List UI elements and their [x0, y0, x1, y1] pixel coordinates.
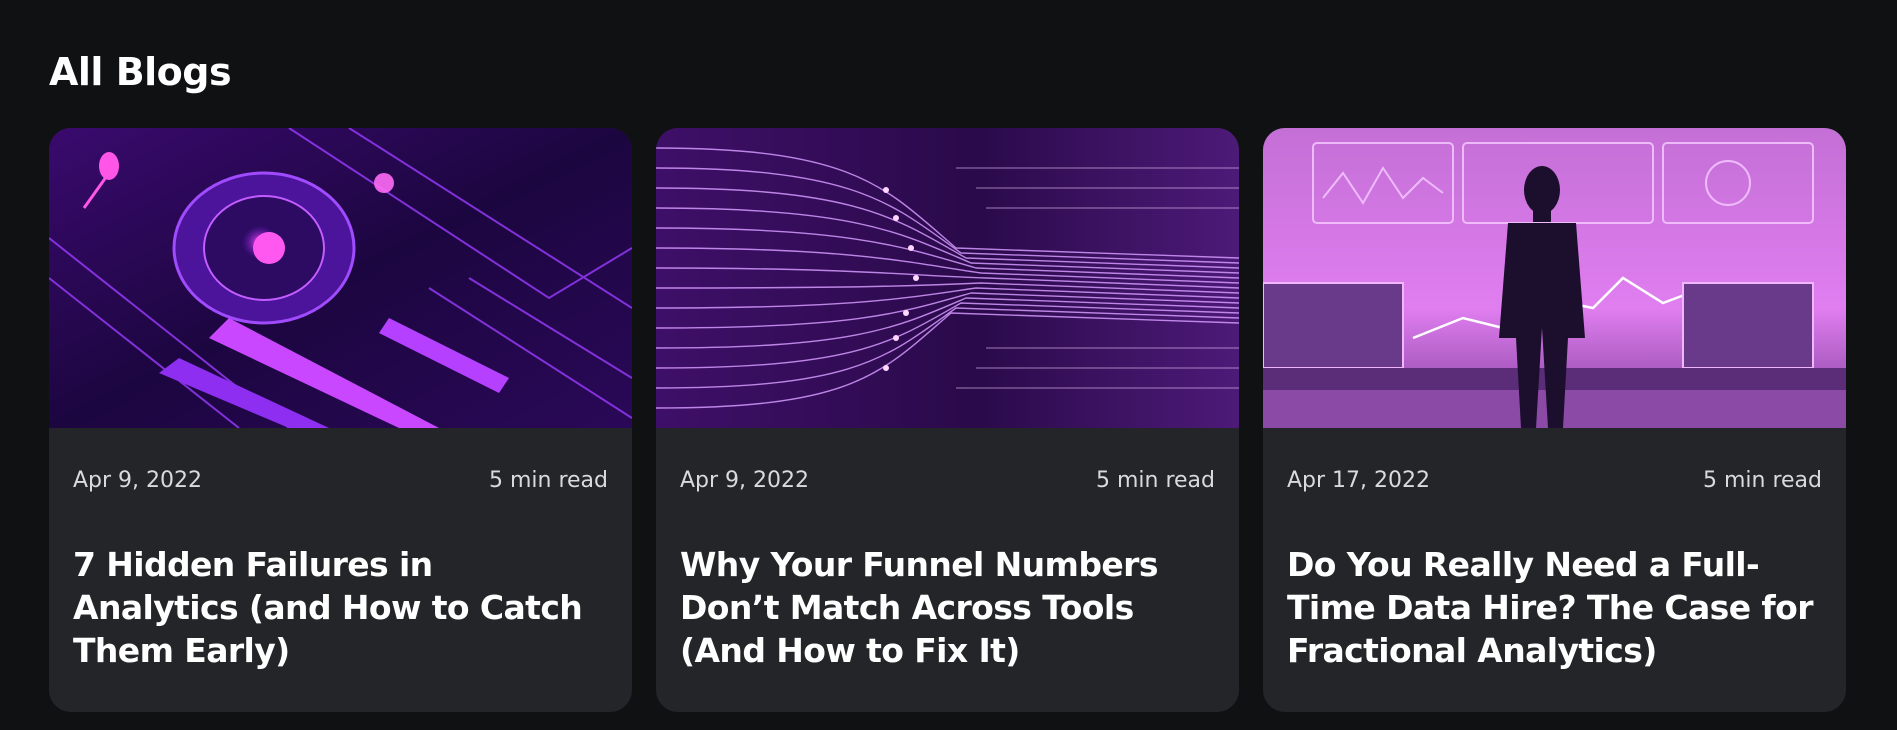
post-date: Apr 17, 2022 [1287, 468, 1431, 493]
section-title: All Blogs [49, 50, 232, 94]
blog-listing-page: All Blogs Apr 9, 2022 5 min read 7 Hidde… [0, 0, 1897, 730]
blog-card[interactable]: Apr 17, 2022 5 min read Do You Really Ne… [1263, 128, 1846, 712]
blog-card-meta: Apr 9, 2022 5 min read [49, 468, 632, 493]
post-title[interactable]: Do You Really Need a Full-Time Data Hire… [1263, 543, 1846, 672]
abstract-machinery-illustration [49, 128, 632, 428]
blog-card-meta: Apr 17, 2022 5 min read [1263, 468, 1846, 493]
blog-card-image[interactable] [656, 128, 1239, 428]
blog-card[interactable]: Apr 9, 2022 5 min read Why Your Funnel N… [656, 128, 1239, 712]
post-title[interactable]: 7 Hidden Failures in Analytics (and How … [49, 543, 632, 672]
blog-card-image[interactable] [1263, 128, 1846, 428]
read-time: 5 min read [1702, 468, 1822, 493]
post-date: Apr 9, 2022 [680, 468, 810, 493]
post-date: Apr 9, 2022 [73, 468, 203, 493]
converging-lines-illustration [656, 128, 1239, 428]
read-time: 5 min read [1095, 468, 1215, 493]
blog-card-grid: Apr 9, 2022 5 min read 7 Hidden Failures… [49, 128, 1846, 712]
post-title[interactable]: Why Your Funnel Numbers Don’t Match Acro… [656, 543, 1239, 672]
blog-card-image[interactable] [49, 128, 632, 428]
read-time: 5 min read [488, 468, 608, 493]
blog-card-meta: Apr 9, 2022 5 min read [656, 468, 1239, 493]
person-dashboard-illustration [1263, 128, 1846, 428]
blog-card[interactable]: Apr 9, 2022 5 min read 7 Hidden Failures… [49, 128, 632, 712]
